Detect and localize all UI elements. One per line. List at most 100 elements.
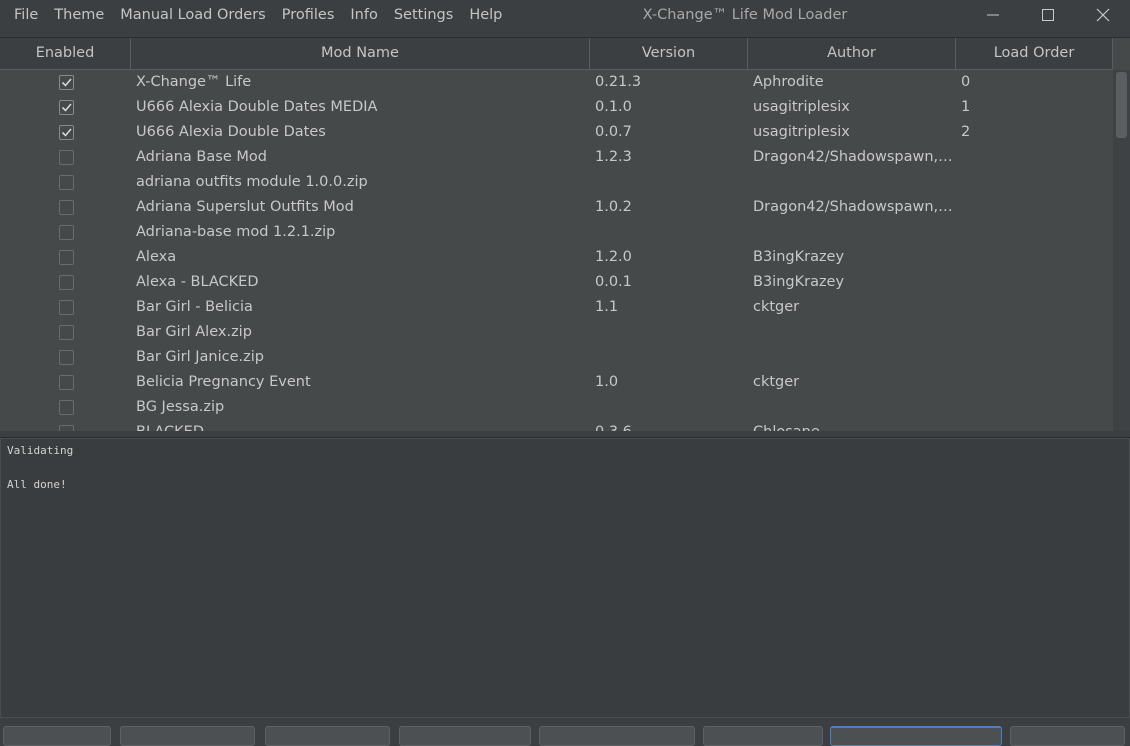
table-row[interactable]: Adriana Base Mod 1.2.3 Dragon42/Shadowspaw… (0, 145, 1113, 170)
version-cell (590, 395, 748, 420)
minimize-button[interactable] (970, 0, 1016, 30)
load-order-cell: 0 (961, 74, 971, 90)
version-cell: 1.1 (595, 299, 619, 315)
enabled-cell (0, 120, 131, 145)
version-cell (590, 220, 748, 245)
enabled-checkbox[interactable] (58, 200, 74, 215)
load-order-cell (956, 270, 1113, 295)
enabled-cell (0, 245, 131, 270)
table-row[interactable]: Belicia Pregnancy Event 1.0 cktger (0, 370, 1113, 395)
table-row[interactable]: Adriana-base mod 1.2.1.zip (0, 220, 1113, 245)
header-author[interactable]: Author (748, 38, 956, 69)
mod-name-cell: adriana outfits module 1.0.0.zip (136, 174, 368, 190)
enabled-cell (0, 170, 131, 195)
close-icon (1096, 8, 1110, 22)
log-output[interactable]: Validating All done! (0, 438, 1130, 718)
enabled-cell (0, 345, 131, 370)
enabled-checkbox[interactable] (58, 375, 74, 390)
button-bar (0, 720, 1130, 746)
mod-name-cell: BG Jessa.zip (136, 399, 225, 415)
author-cell: Aphrodite (753, 74, 824, 90)
enabled-checkbox[interactable] (58, 350, 74, 365)
menu-profiles[interactable]: Profiles (274, 0, 343, 30)
mod-name-cell: Bar Girl Alex.zip (136, 324, 252, 340)
mod-name-cell: Bar Girl Janice.zip (136, 349, 264, 365)
enabled-checkbox[interactable] (58, 75, 74, 90)
table-row[interactable]: Alexa 1.2.0 B3ingKrazey (0, 245, 1113, 270)
load-order-cell: 2 (961, 124, 971, 140)
menu-info[interactable]: Info (342, 0, 385, 30)
enabled-checkbox[interactable] (58, 175, 74, 190)
load-order-cell (956, 245, 1113, 270)
author-cell: B3ingKrazey (753, 249, 845, 265)
load-order-cell: 1 (961, 99, 971, 115)
version-cell: 0.1.0 (595, 99, 632, 115)
menu-file[interactable]: File (0, 0, 46, 30)
check-icon (61, 103, 72, 112)
version-cell: 0.0.1 (595, 274, 632, 290)
mod-name-cell: Alexa - BLACKED (136, 274, 259, 290)
enabled-checkbox[interactable] (58, 300, 74, 315)
minimize-icon (987, 14, 999, 16)
author-cell (748, 220, 956, 245)
table-row[interactable]: adriana outfits module 1.0.0.zip (0, 170, 1113, 195)
menu-bar: File Theme Manual Load Orders Profiles I… (0, 0, 510, 30)
bottom-button-8[interactable] (1010, 726, 1125, 746)
table-row[interactable]: Alexa - BLACKED 0.0.1 B3ingKrazey (0, 270, 1113, 295)
enabled-checkbox[interactable] (58, 125, 74, 140)
menu-help[interactable]: Help (461, 0, 510, 30)
maximize-button[interactable] (1025, 0, 1071, 30)
table-row[interactable]: BG Jessa.zip (0, 395, 1113, 420)
bottom-button-1[interactable] (3, 726, 111, 746)
menu-theme[interactable]: Theme (46, 0, 112, 30)
table-row[interactable]: Bar Girl Janice.zip (0, 345, 1113, 370)
author-cell: B3ingKrazey (753, 274, 845, 290)
version-cell (590, 170, 748, 195)
header-load-order[interactable]: Load Order (956, 38, 1113, 69)
table-row[interactable]: U666 Alexia Double Dates MEDIA 0.1.0 usagi… (0, 95, 1113, 120)
bottom-button-5[interactable] (539, 726, 695, 746)
table-scrollbar[interactable] (1113, 70, 1130, 432)
enabled-cell (0, 270, 131, 295)
enabled-checkbox[interactable] (58, 150, 74, 165)
table-row[interactable]: U666 Alexia Double Dates 0.0.7 usagitriple… (0, 120, 1113, 145)
header-mod-name[interactable]: Mod Name (131, 38, 590, 69)
bottom-button-2[interactable] (120, 726, 255, 746)
enabled-cell (0, 320, 131, 345)
mod-name-cell: Adriana-base mod 1.2.1.zip (136, 224, 336, 240)
bottom-button-6[interactable] (703, 726, 823, 746)
enabled-checkbox[interactable] (58, 250, 74, 265)
bottom-button-3[interactable] (265, 726, 390, 746)
header-enabled[interactable]: Enabled (0, 38, 131, 69)
enabled-checkbox[interactable] (58, 225, 74, 240)
scrollbar-thumb[interactable] (1116, 72, 1127, 138)
log-line: Validating (7, 444, 74, 457)
load-order-cell (956, 170, 1113, 195)
enabled-checkbox[interactable] (58, 100, 74, 115)
enabled-checkbox[interactable] (58, 325, 74, 340)
table-row[interactable]: Adriana Superslut Outfits Mod 1.0.2 Dragon… (0, 195, 1113, 220)
bottom-button-4[interactable] (399, 726, 531, 746)
enabled-checkbox[interactable] (58, 275, 74, 290)
load-order-cell (956, 145, 1113, 170)
author-cell: cktger (753, 299, 800, 315)
table-row[interactable]: Bar Girl Alex.zip (0, 320, 1113, 345)
author-cell: Dragon42/Shadowspawn, Th... (753, 199, 956, 215)
version-cell (590, 320, 748, 345)
mod-name-cell: U666 Alexia Double Dates MEDIA (136, 99, 378, 115)
title-bar: File Theme Manual Load Orders Profiles I… (0, 0, 1130, 30)
menu-settings[interactable]: Settings (386, 0, 461, 30)
mods-table: Enabled Mod Name Version Author Load Ord… (0, 37, 1130, 432)
bottom-button-primary[interactable] (830, 726, 1002, 746)
close-button[interactable] (1080, 0, 1126, 30)
splitter[interactable] (0, 431, 1130, 438)
mod-name-cell: Belicia Pregnancy Event (136, 374, 311, 390)
table-row[interactable]: X-Change™ Life 0.21.3 Aphrodite 0 (0, 70, 1113, 95)
load-order-cell (956, 370, 1113, 395)
header-version[interactable]: Version (590, 38, 748, 69)
mod-name-cell: Adriana Base Mod (136, 149, 267, 165)
version-cell: 1.0 (595, 374, 619, 390)
menu-manual-load-orders[interactable]: Manual Load Orders (112, 0, 273, 30)
table-row[interactable]: Bar Girl - Belicia 1.1 cktger (0, 295, 1113, 320)
enabled-checkbox[interactable] (58, 400, 74, 415)
